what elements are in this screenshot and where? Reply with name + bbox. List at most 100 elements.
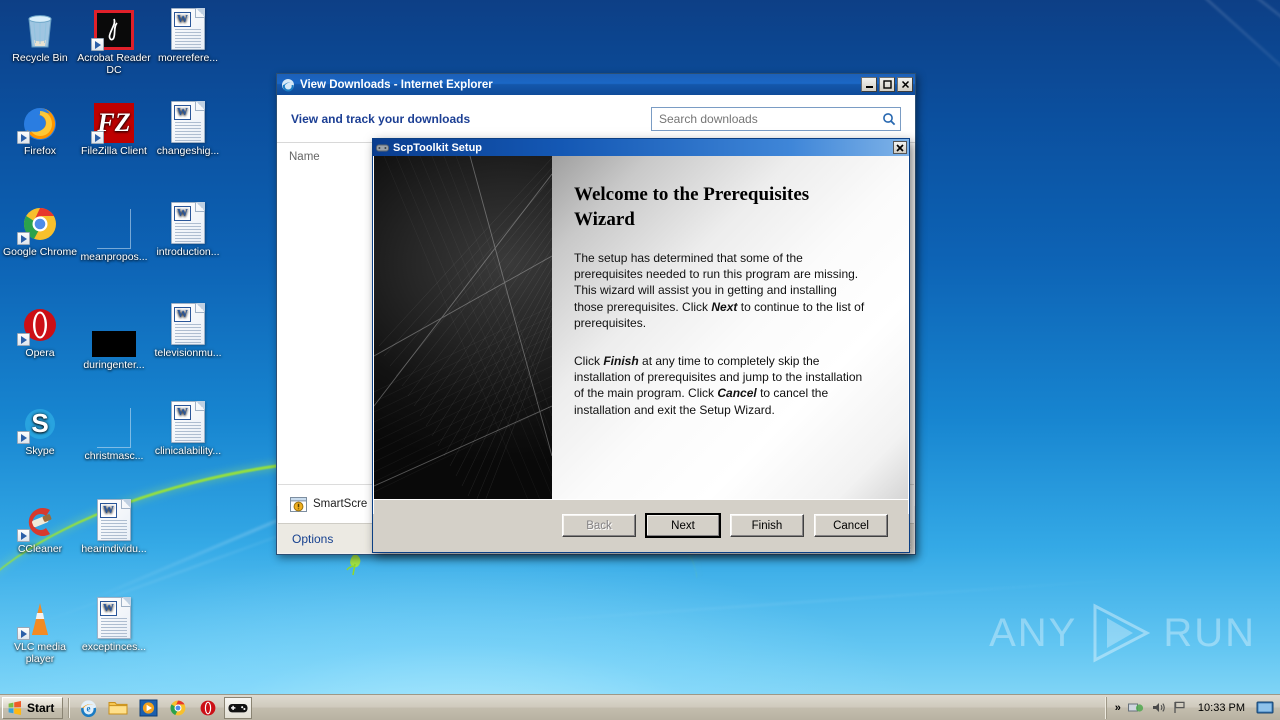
start-button-label: Start (27, 700, 55, 715)
desktop-icon-label: Recycle Bin (12, 52, 68, 64)
desktop-icon-label: exceptinces... (81, 641, 147, 653)
ie-downloads-header: View and track your downloads (277, 95, 915, 143)
search-input[interactable] (659, 111, 882, 126)
para2-bold-cancel: Cancel (717, 386, 757, 401)
show-hidden-icons-button[interactable]: » (1115, 702, 1121, 714)
action-center-flag-icon[interactable] (1173, 700, 1187, 715)
setup-heading: Welcome to the Prerequisites Wizard (574, 184, 810, 230)
desktop-icon-firefox[interactable]: Firefox (2, 99, 78, 158)
desktop-icon-vlc-media-player[interactable]: VLC media player (2, 595, 78, 665)
chrome-icon (2, 200, 78, 245)
skype-icon: S (2, 399, 78, 444)
shortcut-badge-icon (17, 627, 30, 640)
shortcut-badge-icon (17, 131, 30, 144)
desktop-icon-skype[interactable]: S Skype (2, 399, 78, 458)
blank-file-icon (76, 404, 152, 448)
taskbar-internet-explorer[interactable]: e (74, 697, 102, 719)
setup-button-bar: Back Next Finish Cancel (374, 499, 908, 551)
network-icon[interactable] (1127, 700, 1144, 715)
recycle-bin-icon (2, 6, 78, 50)
scptoolkit-setup-dialog: ScpToolkit Setup Welcome to the Prerequi… (372, 138, 910, 553)
minimize-button[interactable] (861, 77, 877, 92)
filezilla-icon: FZ (76, 99, 152, 144)
desktop-icon-changeshig[interactable]: W changeshig... (150, 99, 226, 158)
desktop-icon-acrobat-reader-dc[interactable]: Acrobat Reader DC (76, 6, 152, 76)
media-player-icon (139, 699, 158, 716)
taskbar-clock[interactable]: 10:33 PM (1194, 702, 1249, 714)
word-document-icon: W (76, 497, 152, 541)
desktop-icon-duringenter[interactable]: duringenter... (76, 313, 152, 372)
vlc-icon (2, 595, 78, 640)
desktop-icon-introduction[interactable]: W introduction... (150, 200, 226, 259)
setup-app-icon (376, 144, 389, 151)
options-link[interactable]: Options (292, 532, 333, 546)
svg-text:S: S (31, 408, 48, 438)
ie-title-bar[interactable]: View Downloads - Internet Explorer (277, 74, 915, 95)
start-button[interactable]: Start (2, 696, 64, 719)
setup-paragraph-2: Click Finish at any time to completely s… (574, 353, 866, 418)
smartscreen-label: SmartScre (313, 498, 368, 510)
desktop-icon-google-chrome[interactable]: Google Chrome (2, 200, 78, 259)
search-icon[interactable] (882, 112, 896, 126)
desktop-icon-opera[interactable]: Opera (2, 301, 78, 360)
desktop-icon-hearindividu[interactable]: W hearindividu... (76, 497, 152, 556)
internet-explorer-icon: e (80, 699, 96, 717)
desktop-icon-label: Opera (25, 347, 55, 359)
desktop-icon-label: introduction... (156, 246, 220, 258)
firefox-icon (2, 99, 78, 144)
desktop-icon-exceptinces[interactable]: W exceptinces... (76, 595, 152, 654)
smartscreen-warning-icon (290, 496, 307, 512)
wallpaper-streak (1004, 0, 1280, 122)
maximize-button[interactable] (879, 77, 895, 92)
desktop-icon-label: hearindividu... (81, 543, 147, 555)
word-document-icon: W (150, 301, 226, 345)
svg-text:e: e (86, 703, 90, 713)
opera-icon (2, 301, 78, 346)
desktop-icon-televisionmu[interactable]: W televisionmu... (150, 301, 226, 360)
finish-button[interactable]: Finish (730, 514, 804, 537)
taskbar-media-player[interactable] (134, 697, 162, 719)
cancel-button[interactable]: Cancel (814, 514, 888, 537)
shortcut-badge-icon (17, 333, 30, 346)
desktop-icon-recycle-bin[interactable]: Recycle Bin (2, 6, 78, 65)
setup-paragraph-1: The setup has determined that some of th… (574, 250, 866, 331)
search-downloads-box[interactable] (651, 106, 901, 131)
desktop-icon-morerefere[interactable]: W morerefere... (150, 6, 226, 65)
desktop-icon-label: clinicalability... (154, 445, 222, 457)
setup-title-bar[interactable]: ScpToolkit Setup (373, 139, 909, 156)
gamepad-icon (228, 703, 248, 712)
blank-file-icon (76, 205, 152, 249)
desktop-icon-ccleaner[interactable]: CCleaner (2, 497, 78, 556)
desktop-icon-meanpropos[interactable]: meanpropos... (76, 205, 152, 264)
shortcut-badge-icon (17, 529, 30, 542)
desktop-icon-label: Acrobat Reader DC (77, 52, 151, 76)
desktop-icon-christmasc[interactable]: christmasc... (76, 404, 152, 463)
taskbar-windows-explorer[interactable] (104, 697, 132, 719)
ccleaner-icon (2, 497, 78, 542)
desktop-icon-clinicalability[interactable]: W clinicalability... (150, 399, 226, 458)
chrome-icon (170, 700, 186, 715)
setup-window-title: ScpToolkit Setup (393, 141, 483, 154)
desktop-icon-label: Google Chrome (2, 246, 78, 258)
shortcut-badge-icon (17, 431, 30, 444)
folder-icon (108, 702, 128, 715)
back-button[interactable]: Back (562, 514, 636, 537)
opera-icon (200, 700, 216, 715)
taskbar-opera[interactable] (194, 697, 222, 719)
desktop-icon-filezilla-client[interactable]: FZ FileZilla Client (76, 99, 152, 158)
word-document-icon: W (76, 595, 152, 639)
next-button[interactable]: Next (645, 513, 721, 538)
para1-bold-next: Next (711, 299, 738, 314)
word-document-icon: W (150, 99, 226, 143)
word-document-icon: W (150, 6, 226, 50)
para2-before: Click (574, 354, 604, 369)
taskbar-google-chrome[interactable] (164, 697, 192, 719)
setup-close-button[interactable] (893, 141, 907, 154)
desktop-icon-label: CCleaner (17, 543, 63, 555)
word-document-icon: W (150, 200, 226, 244)
close-button[interactable] (897, 77, 913, 92)
show-desktop-button[interactable] (1256, 700, 1274, 716)
volume-icon[interactable] (1151, 700, 1166, 715)
wallpaper-streak (470, 575, 1170, 627)
taskbar-scptoolkit-setup[interactable] (224, 696, 253, 719)
